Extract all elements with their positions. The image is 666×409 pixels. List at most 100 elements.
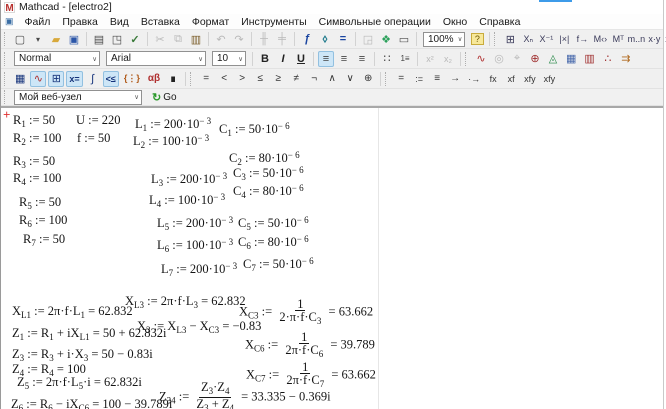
calculus-palette-button[interactable]: ∫ — [85, 71, 101, 87]
region-C7[interactable]: C7 := 50·10− 6 — [243, 255, 314, 275]
infix-operator-button[interactable]: xfy — [521, 71, 539, 87]
programming-palette-button[interactable]: {⋮} — [121, 71, 143, 87]
calculator-palette-button[interactable]: ▦ — [12, 71, 28, 87]
region-L6[interactable]: L6 := 100·10− 3 — [157, 236, 233, 256]
evaluate-numerically-button[interactable]: = — [393, 71, 409, 87]
function-operator-button[interactable]: fx — [485, 71, 501, 87]
region-C5[interactable]: C5 := 50·10− 6 — [238, 214, 309, 234]
insert-matrix-button[interactable]: ⊞ — [502, 31, 518, 47]
treefix-operator-button[interactable]: xfy — [541, 71, 559, 87]
menu-item[interactable]: Справка — [473, 16, 526, 28]
xy-plot-button[interactable]: ∿ — [473, 51, 489, 67]
menu-item[interactable]: Файл — [19, 16, 57, 28]
menu-item[interactable]: Окно — [437, 16, 473, 28]
matrix-column-button[interactable]: M‹› — [592, 31, 608, 47]
boolean-equals-button[interactable]: = — [198, 71, 214, 87]
italic-button[interactable]: I — [275, 51, 291, 67]
assignment-button[interactable]: := — [411, 71, 427, 87]
align-right-button[interactable]: ≡ — [354, 51, 370, 67]
matrix-palette-button[interactable]: ⊞ — [48, 71, 64, 87]
not-button[interactable]: ¬ — [306, 71, 322, 87]
menu-item[interactable]: Символьные операции — [313, 16, 437, 28]
menu-item[interactable]: Формат — [186, 16, 235, 28]
vectorize-operator-button[interactable]: f→ — [574, 31, 590, 47]
subscript-operator-button[interactable]: Xₙ — [520, 31, 536, 47]
not-equal-button[interactable]: ≠ — [288, 71, 304, 87]
less-than-button[interactable]: < — [216, 71, 232, 87]
region-R6[interactable]: R6 := 100 — [19, 214, 67, 231]
region-Z5[interactable]: Z5 := 2π·f·L5·i = 62.832i — [17, 376, 142, 393]
zoom-select[interactable]: 100%∨ — [423, 32, 465, 47]
region-Z1[interactable]: Z1 := R1 + iXL1 = 50 + 62.832i — [12, 327, 167, 344]
align-left-button[interactable]: ≡ — [318, 51, 334, 67]
postfix-operator-button[interactable]: xf — [503, 71, 519, 87]
or-button[interactable]: ∨ — [342, 71, 358, 87]
greek-palette-button[interactable]: αβ — [145, 71, 163, 87]
region-C6[interactable]: C6 := 80·10− 6 — [238, 233, 309, 253]
document-icon[interactable]: ▣ — [5, 16, 14, 27]
region-R4[interactable]: R4 := 100 — [13, 172, 61, 189]
determinant-operator-button[interactable]: |×| — [556, 31, 572, 47]
contour-plot-button[interactable]: ▦ — [563, 51, 579, 67]
bullets-button[interactable]: ∷ — [379, 51, 395, 67]
region-f[interactable]: f := 50 — [77, 132, 110, 145]
menu-item[interactable]: Правка — [56, 16, 103, 28]
component-wizard-button[interactable]: ❖ — [378, 31, 394, 47]
symbolic-keyword-evaluation-button[interactable]: ·→ — [465, 71, 483, 87]
symbolic-palette-button[interactable]: ∎ — [165, 71, 181, 87]
region-R7[interactable]: R7 := 50 — [23, 233, 65, 250]
scatter-3d-plot-button[interactable]: ∴ — [600, 51, 616, 67]
region-L5[interactable]: L5 := 200·10− 3 — [157, 214, 233, 234]
save-button[interactable]: ▣ — [66, 31, 82, 47]
evaluation-palette-button[interactable]: x= — [66, 71, 82, 87]
region-R2[interactable]: R2 := 100 — [13, 132, 61, 149]
surface-plot-button[interactable]: ◬ — [545, 51, 561, 67]
less-equal-button[interactable]: ≤ — [252, 71, 268, 87]
insert-text-region-button[interactable]: ▭ — [396, 31, 412, 47]
region-L3[interactable]: L3 := 200·10− 3 — [151, 170, 227, 190]
numbering-button[interactable]: 1≡ — [397, 51, 413, 67]
print-preview-button[interactable]: ◳ — [109, 31, 125, 47]
greater-equal-button[interactable]: ≥ — [270, 71, 286, 87]
transpose-operator-button[interactable]: Mᵀ — [610, 31, 626, 47]
bar-3d-plot-button[interactable]: ▥ — [581, 51, 597, 67]
menu-item[interactable]: Инструменты — [235, 16, 312, 28]
spell-check-button[interactable]: ✓ — [127, 31, 143, 47]
region-Z6[interactable]: Z6 := R6 − iXC6 = 100 − 39.789i — [11, 398, 172, 409]
web-address-select[interactable]: Мой веб-узел ∨ — [14, 90, 142, 105]
insert-function-button[interactable]: ƒ — [299, 31, 315, 47]
vector-field-plot-button[interactable]: ⇉ — [618, 51, 634, 67]
go-button[interactable]: ↻ Go — [147, 90, 182, 105]
calculate-button[interactable]: = — [335, 31, 351, 47]
region-U[interactable]: U := 220 — [76, 114, 121, 127]
worksheet[interactable]: + R1 := 50U := 220L1 := 200·10− 3C1 := 5… — [1, 108, 663, 409]
greater-than-button[interactable]: > — [234, 71, 250, 87]
print-button[interactable]: ▤ — [91, 31, 107, 47]
region-XL3[interactable]: XL3 := 2π·f·L3 = 62.832 — [125, 295, 246, 312]
region-XC6[interactable]: XC6 := 12π·f·C6 = 39.789 — [245, 331, 375, 360]
polar-plot-button[interactable]: ⊕ — [527, 51, 543, 67]
region-R3[interactable]: R3 := 50 — [13, 155, 55, 172]
underline-button[interactable]: U — [293, 51, 309, 67]
region-C3[interactable]: C3 := 50·10− 6 — [233, 164, 304, 184]
font-size-select[interactable]: 10∨ — [212, 51, 246, 66]
symbolic-evaluation-button[interactable]: → — [447, 71, 463, 87]
region-R5[interactable]: R5 := 50 — [19, 196, 61, 213]
menu-item[interactable]: Вставка — [135, 16, 186, 28]
new-dropdown[interactable]: ▾ — [30, 31, 46, 47]
menu-item[interactable]: Вид — [104, 16, 135, 28]
range-variable-button[interactable]: m..n — [628, 31, 644, 47]
region-L4[interactable]: L4 := 100·10− 3 — [149, 191, 225, 211]
graph-palette-button[interactable]: ∿ — [30, 71, 46, 87]
boolean-palette-button[interactable]: <≤ — [103, 71, 119, 87]
insert-unit-button[interactable]: ⬨ — [317, 31, 333, 47]
paste-button[interactable]: ▥ — [188, 31, 204, 47]
region-C1[interactable]: C1 := 50·10− 6 — [219, 120, 290, 140]
region-C4[interactable]: C4 := 80·10− 6 — [233, 182, 304, 202]
global-definition-button[interactable]: ≡ — [429, 71, 445, 87]
new-button[interactable]: ▢ — [12, 31, 28, 47]
and-button[interactable]: ∧ — [324, 71, 340, 87]
align-center-button[interactable]: ≡ — [336, 51, 352, 67]
region-L7[interactable]: L7 := 200·10− 3 — [161, 260, 237, 280]
region-L2[interactable]: L2 := 100·10− 3 — [133, 132, 209, 152]
